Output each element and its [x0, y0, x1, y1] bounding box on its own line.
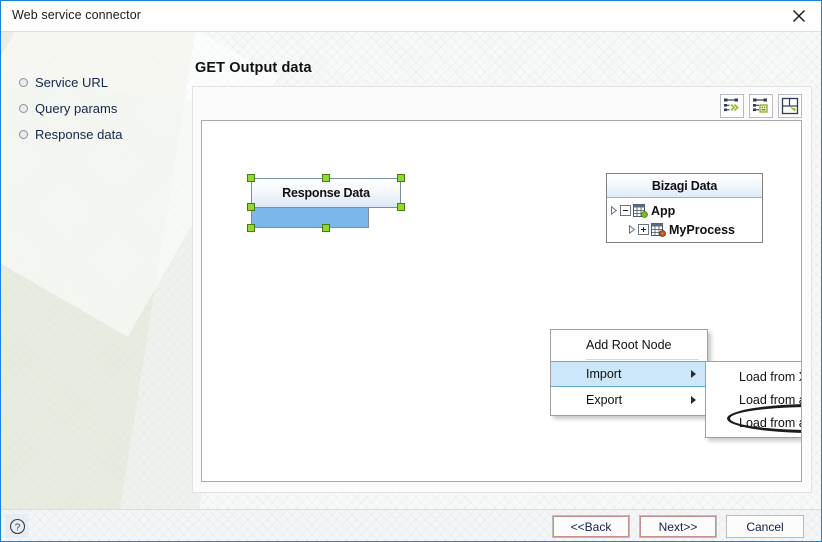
bullet-icon — [19, 130, 28, 139]
resize-handle-top-left[interactable] — [247, 174, 255, 182]
tree-arrow-icon[interactable] — [607, 206, 620, 215]
sidebar-item-label: Service URL — [35, 75, 108, 90]
map-element-button[interactable] — [749, 94, 773, 118]
help-button[interactable]: ? — [5, 514, 29, 538]
tree-arrow-icon[interactable] — [625, 225, 638, 234]
response-data-node-title: Response Data — [282, 186, 370, 200]
context-menu-item-import[interactable]: Import — [551, 361, 707, 387]
submenu-item-label: Load from a sample Json — [739, 415, 801, 430]
entity-green-icon — [633, 203, 648, 218]
auto-map-icon — [724, 98, 739, 112]
expand-collapse-icon — [781, 97, 799, 115]
expand-collapse-button[interactable] — [778, 94, 802, 118]
next-button[interactable]: Next>> — [639, 515, 717, 538]
resize-handle-bottom-center[interactable] — [322, 224, 330, 232]
expander-plus-icon[interactable] — [638, 224, 649, 235]
page-title: GET Output data — [195, 60, 312, 76]
context-menu-item-export[interactable]: Export — [551, 387, 707, 413]
sidebar-item-service-url[interactable]: Service URL — [19, 75, 108, 90]
context-menu-item-label: Export — [586, 393, 623, 407]
response-data-node-body[interactable] — [251, 208, 369, 228]
bullet-icon — [19, 104, 28, 113]
mapping-canvas[interactable]: Response Data Bizagi Data App MyProcess … — [201, 120, 802, 482]
submenu-item-load-from-sample-xml[interactable]: Load from a sample XML — [706, 388, 801, 411]
tree-row-app[interactable]: App — [607, 201, 762, 220]
submenu-item-label: Load from XSD — [739, 369, 801, 384]
tree-row-label: MyProcess — [669, 222, 736, 237]
import-submenu: Load from XSD Load from a sample XML Loa… — [705, 361, 801, 438]
resize-handle-top-right[interactable] — [397, 174, 405, 182]
triangle-right-icon — [610, 206, 617, 215]
mapping-panel: Response Data Bizagi Data App MyProcess … — [192, 86, 812, 493]
sidebar: Service URL Query params Response data — [1, 32, 186, 509]
cancel-button[interactable]: Cancel — [726, 515, 804, 538]
window-title: Web service connector — [12, 8, 142, 22]
context-menu-item-label: Add Root Node — [586, 338, 672, 352]
context-menu-item-label: Import — [586, 367, 622, 381]
resize-handle-middle-right[interactable] — [397, 203, 405, 211]
tree-row-myprocess[interactable]: MyProcess — [607, 220, 762, 239]
web-service-connector-dialog: Web service connector Service URL Query … — [0, 0, 822, 542]
submenu-item-load-from-sample-json[interactable]: Load from a sample Json — [706, 411, 801, 434]
bullet-icon — [19, 78, 28, 87]
map-element-icon — [753, 98, 768, 113]
context-menu: Add Root Node Import Export — [550, 329, 708, 416]
expander-minus-icon[interactable] — [620, 205, 631, 216]
resize-handle-bottom-left[interactable] — [247, 224, 255, 232]
main-content: GET Output data Response Data Bizagi Dat… — [186, 32, 821, 509]
triangle-right-icon — [628, 225, 635, 234]
context-menu-item-add-root-node[interactable]: Add Root Node — [551, 332, 707, 358]
mapping-toolbar — [720, 94, 802, 118]
auto-map-button[interactable] — [720, 94, 744, 118]
svg-text:?: ? — [14, 522, 20, 533]
submenu-arrow-icon — [691, 396, 696, 404]
process-red-icon — [651, 222, 666, 237]
close-icon — [793, 10, 805, 22]
sidebar-item-label: Query params — [35, 101, 118, 116]
footer-button-group: <<Back Next>> Cancel — [552, 515, 804, 538]
tree-row-label: App — [651, 203, 676, 218]
back-button[interactable]: <<Back — [552, 515, 630, 538]
response-data-node[interactable]: Response Data — [247, 174, 405, 232]
submenu-item-label: Load from a sample XML — [739, 392, 801, 407]
dialog-body: Service URL Query params Response data G… — [1, 32, 821, 509]
title-bar: Web service connector — [1, 1, 821, 32]
help-icon: ? — [9, 518, 25, 534]
close-button[interactable] — [777, 1, 821, 31]
response-data-node-header[interactable]: Response Data — [251, 178, 401, 208]
submenu-item-load-from-xsd[interactable]: Load from XSD — [706, 365, 801, 388]
bizagi-data-title: Bizagi Data — [607, 174, 762, 198]
resize-handle-middle-left[interactable] — [247, 203, 255, 211]
submenu-arrow-icon — [691, 370, 696, 378]
resize-handle-top-center[interactable] — [322, 174, 330, 182]
sidebar-item-query-params[interactable]: Query params — [19, 101, 117, 116]
bizagi-data-panel: Bizagi Data App MyProcess — [606, 173, 763, 243]
bizagi-data-tree: App MyProcess — [607, 198, 762, 242]
context-menu-separator — [586, 359, 699, 360]
sidebar-item-label: Response data — [35, 127, 123, 142]
sidebar-item-response-data[interactable]: Response data — [19, 127, 122, 142]
dialog-footer: ? <<Back Next>> Cancel — [1, 509, 821, 541]
